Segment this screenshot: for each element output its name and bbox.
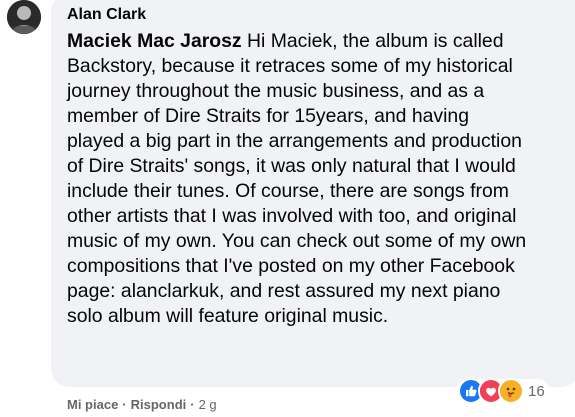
separator-dot: · bbox=[122, 397, 127, 412]
reactions-summary[interactable]: 16 bbox=[456, 378, 549, 404]
reply-button[interactable]: Rispondi bbox=[131, 396, 187, 414]
comment-body: Hi Maciek, the album is called Backstory… bbox=[67, 30, 527, 327]
care-icon bbox=[498, 378, 524, 404]
timestamp[interactable]: 2 g bbox=[199, 396, 217, 414]
comment: Alan Clark Maciek Mac Jarosz Hi Maciek, … bbox=[0, 0, 575, 417]
avatar[interactable] bbox=[7, 0, 41, 34]
comment-author[interactable]: Alan Clark bbox=[67, 5, 146, 25]
separator-dot: · bbox=[190, 397, 195, 412]
mention-link[interactable]: Maciek Mac Jarosz bbox=[67, 30, 242, 52]
comment-actions: Mi piace · Rispondi · 2 g bbox=[67, 396, 217, 414]
reaction-count: 16 bbox=[528, 382, 545, 400]
like-button[interactable]: Mi piace bbox=[67, 396, 118, 414]
comment-text: Maciek Mac Jarosz Hi Maciek, the album i… bbox=[67, 29, 529, 329]
comment-bubble: Alan Clark Maciek Mac Jarosz Hi Maciek, … bbox=[51, 0, 575, 387]
